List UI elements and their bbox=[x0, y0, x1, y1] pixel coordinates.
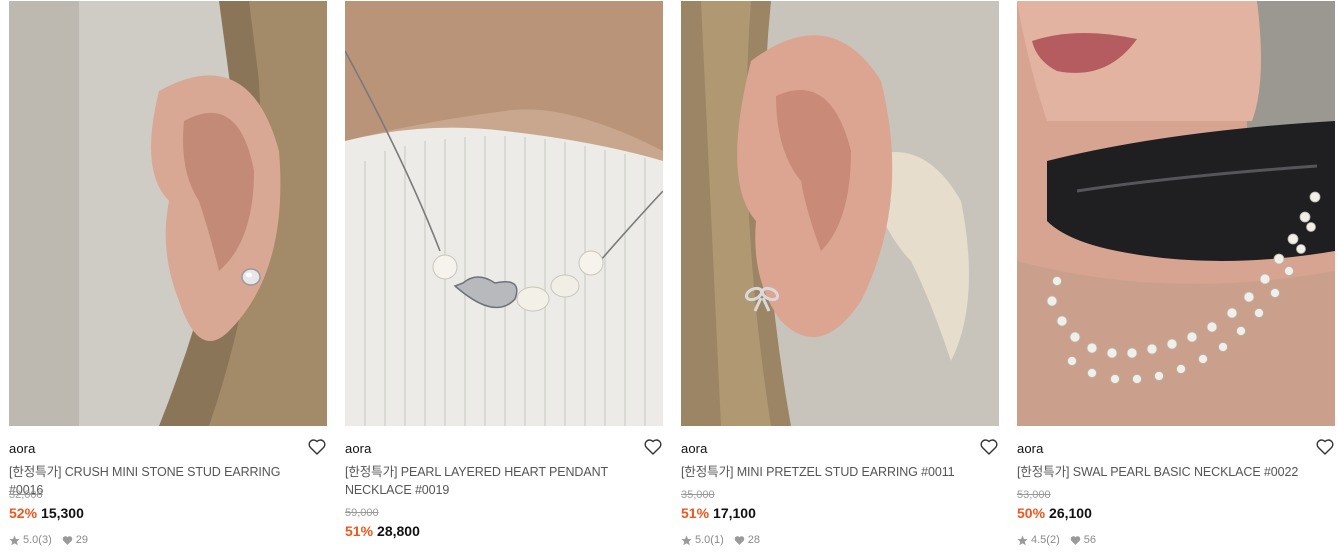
sale-price-line: 52% 15,300 bbox=[9, 505, 84, 521]
product-grid: aora [한정특가] CRUSH MINI STONE STUD EARRIN… bbox=[0, 0, 1338, 552]
brand-name[interactable]: aora bbox=[681, 441, 707, 456]
wishlist-heart-icon[interactable] bbox=[1315, 437, 1335, 457]
sale-price: 28,800 bbox=[377, 523, 420, 539]
product-title[interactable]: [한정특가] SWAL PEARL BASIC NECKLACE #0022 bbox=[1017, 463, 1317, 481]
original-price: 53,000 bbox=[1017, 489, 1051, 501]
like-count: 29 bbox=[75, 534, 88, 546]
sale-price-line: 51% 28,800 bbox=[345, 523, 420, 539]
pearl-necklace-photo bbox=[1017, 1, 1335, 426]
discount-rate: 51% bbox=[345, 523, 374, 539]
rating: 4.5 bbox=[1031, 534, 1047, 546]
rating: 5.0 bbox=[23, 534, 39, 546]
wishlist-heart-icon[interactable] bbox=[307, 437, 327, 457]
original-price: 59,000 bbox=[345, 507, 379, 519]
heart-filled-icon bbox=[734, 535, 745, 545]
discount-rate: 51% bbox=[681, 505, 710, 521]
brand-name[interactable]: aora bbox=[9, 441, 35, 456]
product-title[interactable]: [한정특가] MINI PRETZEL STUD EARRING #0011 bbox=[681, 463, 981, 481]
review-count: (1) bbox=[710, 534, 724, 546]
original-price: 35,000 bbox=[681, 489, 715, 501]
heart-filled-icon bbox=[1070, 535, 1081, 545]
sale-price: 15,300 bbox=[41, 505, 84, 521]
review-count: (2) bbox=[1046, 534, 1060, 546]
product-meta: 5.0 (1) 28 bbox=[681, 534, 760, 546]
like-count: 28 bbox=[747, 534, 760, 546]
product-image-pretzel-earring[interactable] bbox=[681, 1, 999, 426]
necklace-photo bbox=[345, 1, 663, 426]
product-card[interactable]: aora [한정특가] MINI PRETZEL STUD EARRING #0… bbox=[681, 0, 999, 552]
product-image-pearl-necklace[interactable] bbox=[1017, 1, 1335, 426]
like-count: 56 bbox=[1083, 534, 1096, 546]
sale-price-line: 50% 26,100 bbox=[1017, 505, 1092, 521]
product-card[interactable]: aora [한정특가] PEARL LAYERED HEART PENDANT … bbox=[345, 0, 663, 552]
pretzel-earring-photo bbox=[681, 1, 999, 426]
brand-name[interactable]: aora bbox=[1017, 441, 1043, 456]
star-icon bbox=[1017, 535, 1028, 545]
brand-name[interactable]: aora bbox=[345, 441, 371, 456]
product-title[interactable]: [한정특가] PEARL LAYERED HEART PENDANT NECKL… bbox=[345, 463, 645, 499]
product-meta: 4.5 (2) 56 bbox=[1017, 534, 1096, 546]
wishlist-heart-icon[interactable] bbox=[643, 437, 663, 457]
original-price: 32,000 bbox=[9, 489, 43, 501]
star-icon bbox=[681, 535, 692, 545]
review-count: (3) bbox=[38, 534, 52, 546]
discount-rate: 50% bbox=[1017, 505, 1046, 521]
product-card[interactable]: aora [한정특가] CRUSH MINI STONE STUD EARRIN… bbox=[9, 0, 327, 552]
sale-price-line: 51% 17,100 bbox=[681, 505, 756, 521]
product-image-earring-model[interactable] bbox=[9, 1, 327, 426]
earring-photo bbox=[9, 1, 327, 426]
heart-filled-icon bbox=[62, 535, 73, 545]
wishlist-heart-icon[interactable] bbox=[979, 437, 999, 457]
discount-rate: 52% bbox=[9, 505, 38, 521]
product-title[interactable]: [한정특가] CRUSH MINI STONE STUD EARRING #00… bbox=[9, 463, 309, 499]
product-image-heart-necklace[interactable] bbox=[345, 1, 663, 426]
sale-price: 17,100 bbox=[713, 505, 756, 521]
product-meta: 5.0 (3) 29 bbox=[9, 534, 88, 546]
sale-price: 26,100 bbox=[1049, 505, 1092, 521]
star-icon bbox=[9, 535, 20, 545]
product-card[interactable]: aora [한정특가] SWAL PEARL BASIC NECKLACE #0… bbox=[1017, 0, 1335, 552]
rating: 5.0 bbox=[695, 534, 711, 546]
